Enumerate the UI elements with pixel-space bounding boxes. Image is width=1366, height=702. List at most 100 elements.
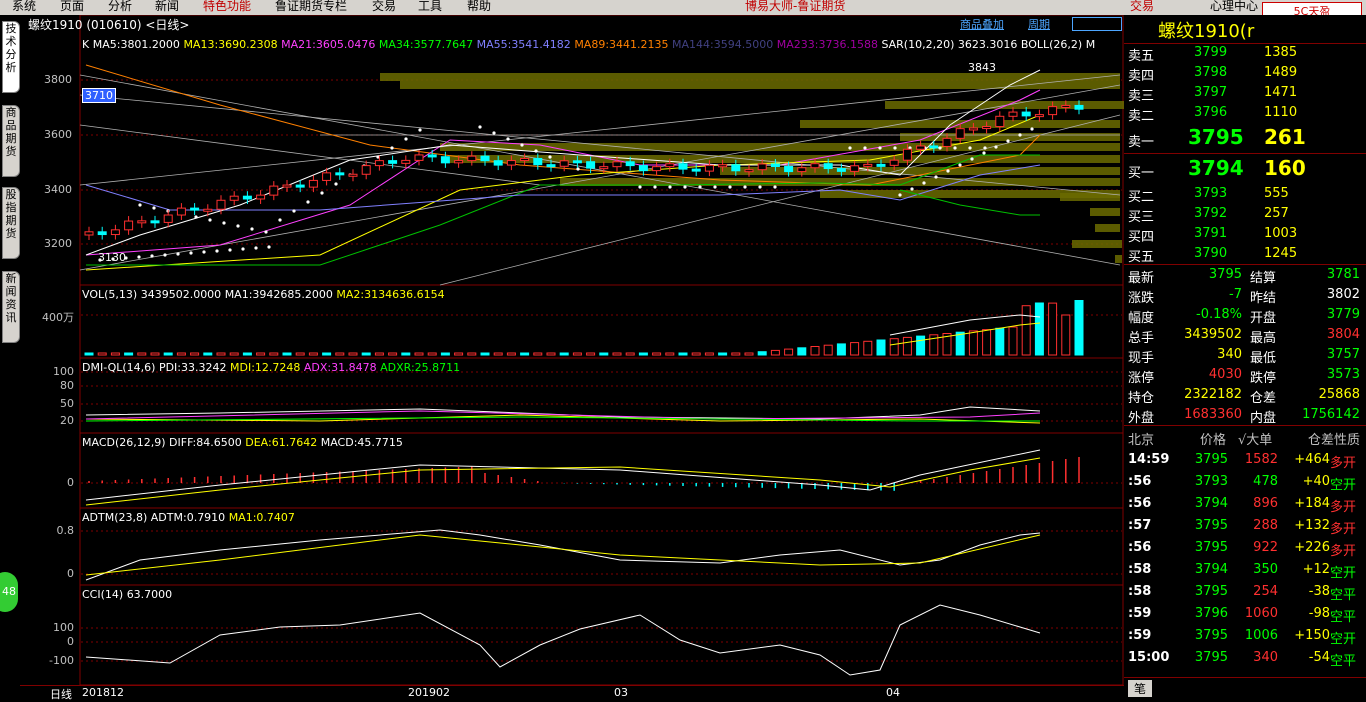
menu-analysis[interactable]: 分析 xyxy=(108,0,132,14)
volume-bar xyxy=(137,352,147,356)
volume-bar xyxy=(124,352,134,356)
sar-dot xyxy=(138,203,142,207)
tab-ticks[interactable]: 笔 xyxy=(1128,680,1153,697)
tick-row[interactable]: :58 3795 254 -38 空平 xyxy=(1124,582,1366,603)
volume-bar xyxy=(322,352,332,356)
tick-row[interactable]: 15:00 3795 340 -54 空平 xyxy=(1124,648,1366,669)
cci-axis-0: 0 xyxy=(67,635,74,648)
candle-body xyxy=(770,163,780,168)
tick-row[interactable]: :59 3795 1006 +150 空开 xyxy=(1124,626,1366,647)
volume-bar xyxy=(652,352,662,356)
stat-label: 内盘 xyxy=(1250,411,1277,426)
menu-system[interactable]: 系统 xyxy=(12,0,36,14)
ask-row[interactable]: 卖五 3799 1385 xyxy=(1124,43,1366,64)
mind-center-button[interactable]: 心理中心 xyxy=(1210,0,1258,14)
window-controls[interactable] xyxy=(1072,17,1122,31)
volume-profile-bar xyxy=(380,73,1120,81)
volume-profile-bar xyxy=(900,133,1120,141)
price-axis-3400: 3400 xyxy=(44,183,72,196)
tick-time: :56 xyxy=(1128,540,1152,555)
menu-trade[interactable]: 交易 xyxy=(372,0,396,14)
stat-label: 结算 xyxy=(1250,271,1277,286)
trade-button[interactable]: 交易 xyxy=(1130,0,1154,14)
tick-row[interactable]: :56 3795 922 +226 多开 xyxy=(1124,538,1366,559)
tick-volume: 254 xyxy=(1253,584,1278,599)
sar-dot xyxy=(548,155,552,159)
menu-tools[interactable]: 工具 xyxy=(418,0,442,14)
sar-dot xyxy=(968,146,972,150)
sar-dot xyxy=(1018,133,1022,137)
ask-label: 卖三 xyxy=(1128,89,1155,104)
ask1-row[interactable]: 卖一 3795 261 xyxy=(1124,125,1366,151)
candle-body xyxy=(572,160,582,164)
ask-row[interactable]: 卖四 3798 1489 xyxy=(1124,63,1366,84)
tick-row[interactable]: :59 3796 1060 -98 空平 xyxy=(1124,604,1366,625)
period-label[interactable]: 日线 xyxy=(50,686,72,702)
period-button[interactable]: 周期 xyxy=(1028,16,1050,32)
sar-dot xyxy=(306,200,310,204)
tick-volume: 350 xyxy=(1253,562,1278,577)
tab-tech-analysis[interactable]: 技术分析 xyxy=(2,21,20,93)
volume-bar xyxy=(163,352,173,356)
bid-label: 买二 xyxy=(1128,190,1155,205)
menu-help[interactable]: 帮助 xyxy=(467,0,491,14)
volume-bar xyxy=(863,340,873,356)
bid1-row[interactable]: 买一 3794 160 xyxy=(1124,156,1366,182)
volume-bar xyxy=(110,352,120,356)
candle-body xyxy=(374,160,384,167)
stat-row: 幅度 -0.18% 开盘 3779 xyxy=(1124,305,1366,326)
quote-panel: 螺纹1910(r 笔 卖五 3799 1385 卖四 3798 1489 卖三 3797 147… xyxy=(1124,15,1366,701)
candle-body xyxy=(599,166,609,170)
tab-news[interactable]: 新闻资讯 xyxy=(2,271,20,343)
menu-news[interactable]: 新闻 xyxy=(155,0,179,14)
sar-dot xyxy=(863,146,867,150)
bid-row[interactable]: 买二 3793 555 xyxy=(1124,184,1366,205)
menu-special[interactable]: 特色功能 xyxy=(203,0,251,14)
candle-body xyxy=(229,195,239,201)
tick-row[interactable]: :57 3795 288 +132 多开 xyxy=(1124,516,1366,537)
menu-page[interactable]: 页面 xyxy=(60,0,84,14)
volume-bar xyxy=(836,343,846,356)
candle-body xyxy=(440,156,450,164)
bid-volume: 555 xyxy=(1264,186,1289,201)
tick-price: 3794 xyxy=(1194,496,1228,511)
sar-dot xyxy=(698,185,702,189)
floating-badge[interactable]: 48 xyxy=(0,572,18,612)
tick-volume: 340 xyxy=(1253,650,1278,665)
tick-row[interactable]: :58 3794 350 +12 空开 xyxy=(1124,560,1366,581)
volume-bar xyxy=(955,331,965,356)
date-label-2: 201902 xyxy=(408,686,450,699)
tab-commodity-futures[interactable]: 商品期货 xyxy=(2,105,20,177)
candle-body xyxy=(612,161,622,168)
low-label: 3130 xyxy=(98,251,126,264)
tick-volume: 896 xyxy=(1253,496,1278,511)
sar-dot xyxy=(946,169,950,173)
bid-row[interactable]: 买五 3790 1245 xyxy=(1124,244,1366,265)
sar-dot xyxy=(983,146,987,150)
menu-luzheng[interactable]: 鲁证期货专栏 xyxy=(275,0,347,14)
bid-row[interactable]: 买三 3792 257 xyxy=(1124,204,1366,225)
volume-bar xyxy=(691,352,701,356)
tick-price: 3795 xyxy=(1194,452,1228,467)
sar-dot xyxy=(958,163,962,167)
candle-body xyxy=(401,159,411,164)
tick-price: 3793 xyxy=(1194,474,1228,489)
overlay-button[interactable]: 商品叠加 xyxy=(960,16,1004,32)
ask-row[interactable]: 卖二 3796 1110 xyxy=(1124,103,1366,124)
volume-bar xyxy=(493,352,503,356)
volume-bar xyxy=(797,347,807,356)
tick-row[interactable]: :56 3793 478 +40 空开 xyxy=(1124,472,1366,493)
volume-bar xyxy=(269,352,279,356)
vol-legend: VOL(5,13) 3439502.0000 MA1:3942685.2000 … xyxy=(82,288,445,301)
ask-row[interactable]: 卖三 3797 1471 xyxy=(1124,83,1366,104)
candle-body xyxy=(124,220,134,231)
candle-body xyxy=(968,127,978,131)
candle-body xyxy=(295,184,305,188)
tick-row[interactable]: 14:59 3795 1582 +464 多开 xyxy=(1124,450,1366,471)
tab-index-futures[interactable]: 股指期货 xyxy=(2,187,20,259)
stat-label: 仓差 xyxy=(1250,391,1277,406)
candle-body xyxy=(889,159,899,166)
tick-row[interactable]: :56 3794 896 +184 多开 xyxy=(1124,494,1366,515)
candle-body xyxy=(823,163,833,170)
bid-row[interactable]: 买四 3791 1003 xyxy=(1124,224,1366,245)
